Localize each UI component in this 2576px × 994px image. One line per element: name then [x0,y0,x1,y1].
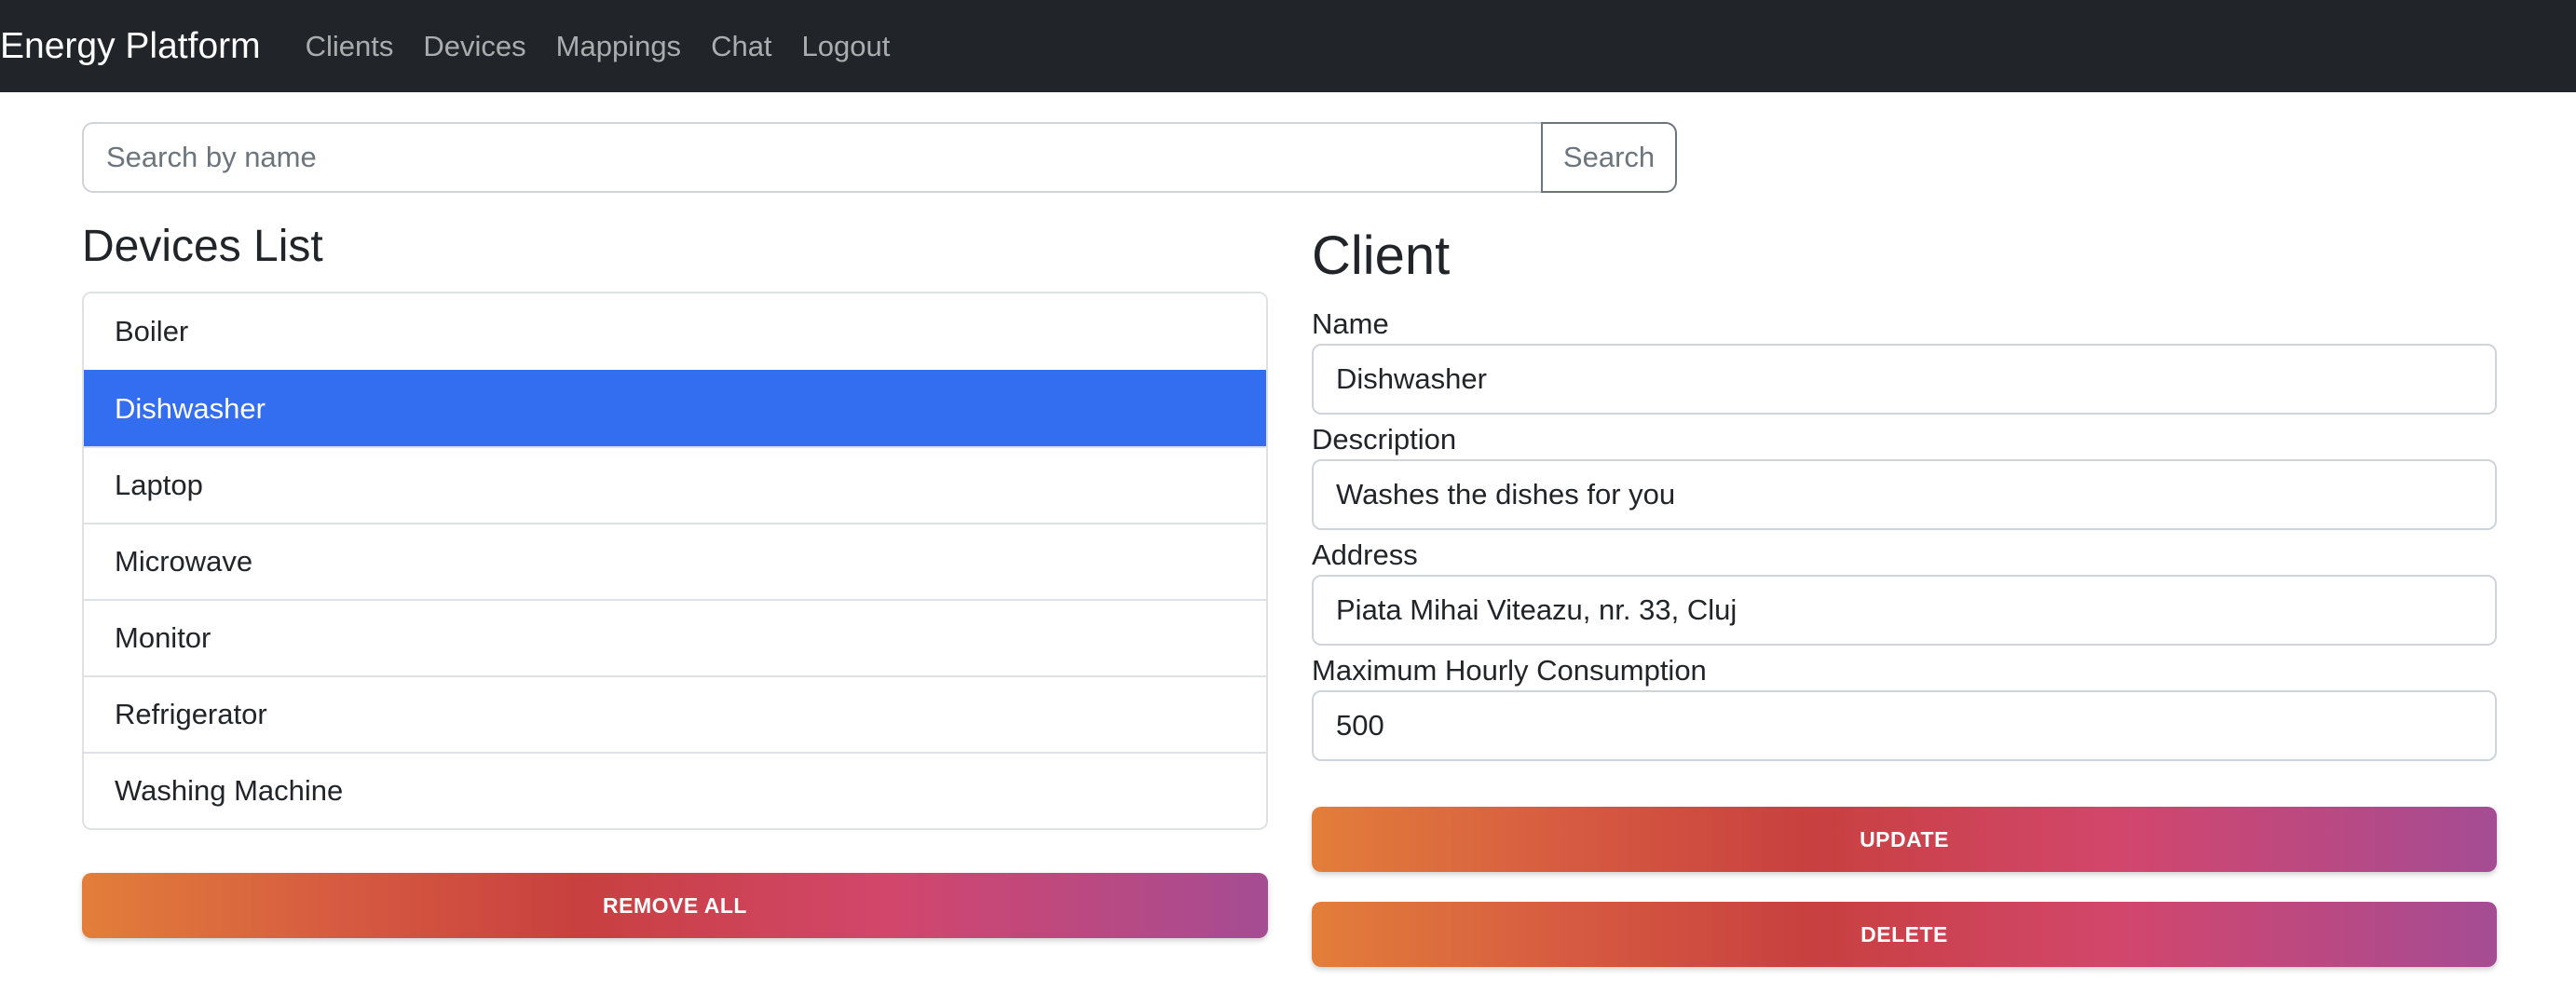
nav-link-clients[interactable]: Clients [306,30,394,63]
remove-all-button[interactable]: REMOVE ALL [82,873,1268,938]
name-label: Name [1312,307,1389,340]
search-bar: Search [82,122,1677,193]
max-hourly-consumption-field[interactable] [1312,690,2497,761]
description-field[interactable] [1312,459,2497,530]
nav-link-logout[interactable]: Logout [802,30,891,63]
device-item-washing-machine[interactable]: Washing Machine [84,752,1266,828]
device-item-boiler[interactable]: Boiler [84,293,1266,370]
device-item-laptop[interactable]: Laptop [84,446,1266,523]
device-item-refrigerator[interactable]: Refrigerator [84,675,1266,752]
nav-link-chat[interactable]: Chat [711,30,771,63]
search-input[interactable] [82,122,1542,193]
client-title: Client [1312,225,1451,286]
device-item-microwave[interactable]: Microwave [84,523,1266,599]
address-field[interactable] [1312,575,2497,646]
consumption-label: Maximum Hourly Consumption [1312,654,1707,687]
search-button[interactable]: Search [1541,122,1677,193]
name-field[interactable] [1312,344,2497,415]
device-item-dishwasher[interactable]: Dishwasher [84,370,1266,446]
nav-link-devices[interactable]: Devices [423,30,525,63]
nav-link-mappings[interactable]: Mappings [556,30,681,63]
address-label: Address [1312,538,1418,571]
devices-list: Boiler Dishwasher Laptop Microwave Monit… [82,292,1268,830]
description-label: Description [1312,423,1457,456]
devices-list-title: Devices List [82,222,323,271]
update-button[interactable]: UPDATE [1312,807,2497,872]
device-item-monitor[interactable]: Monitor [84,599,1266,675]
brand-title[interactable]: Energy Platform [0,28,261,64]
nav-links: Clients Devices Mappings Chat Logout [306,30,920,63]
top-navbar: Energy Platform Clients Devices Mappings… [0,0,2576,92]
delete-button[interactable]: DELETE [1312,902,2497,967]
